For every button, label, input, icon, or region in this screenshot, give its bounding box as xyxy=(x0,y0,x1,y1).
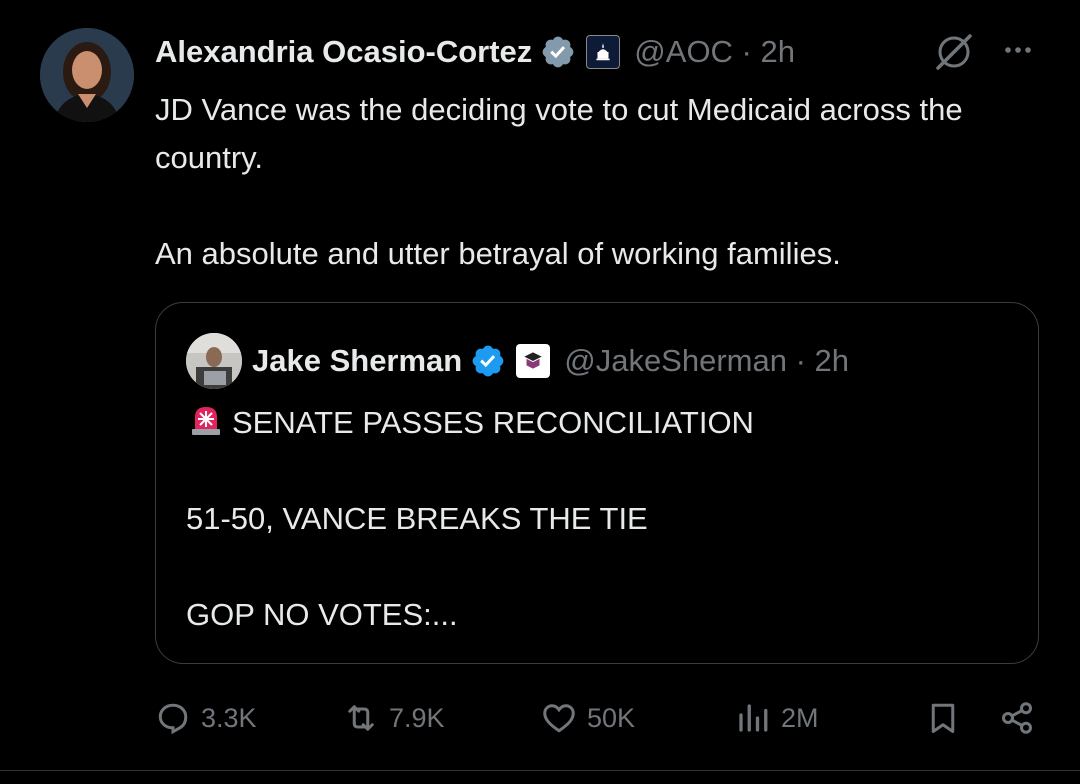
quoted-text-line: 51-50, VANCE BREAKS THE TIE xyxy=(186,501,648,536)
author-avatar[interactable] xyxy=(40,28,134,122)
reply-icon xyxy=(158,703,188,735)
quoted-text-headline: SENATE PASSES RECONCILIATION xyxy=(232,405,754,440)
post-header: Alexandria Ocasio-Cortez @AOC · 2h xyxy=(155,24,795,80)
quoted-text-line: GOP NO VOTES:... xyxy=(186,597,458,632)
bookmark-icon xyxy=(931,703,955,733)
quoted-post[interactable]: Jake Sherman @JakeSherman · 2h SENATE PA… xyxy=(155,302,1039,664)
siren-icon xyxy=(186,399,226,439)
verified-badge-icon[interactable] xyxy=(470,343,506,379)
like-button[interactable]: 50K xyxy=(541,690,635,746)
views-icon xyxy=(739,704,768,732)
quoted-post-header: Jake Sherman @JakeSherman · 2h xyxy=(252,335,849,387)
share-icon xyxy=(1002,702,1032,734)
government-affiliation-icon[interactable] xyxy=(586,35,621,69)
post-text-line: An absolute and utter betrayal of workin… xyxy=(155,236,841,271)
post-divider xyxy=(0,770,1080,771)
repost-button[interactable]: 7.9K xyxy=(343,690,445,746)
author-name[interactable]: Alexandria Ocasio-Cortez xyxy=(155,34,532,70)
repost-count: 7.9K xyxy=(389,702,445,733)
post-text: JD Vance was the deciding vote to cut Me… xyxy=(155,86,1055,278)
quoted-author-name[interactable]: Jake Sherman xyxy=(252,343,462,379)
more-options-icon[interactable] xyxy=(998,30,1038,70)
reply-count: 3.3K xyxy=(201,702,257,733)
repost-icon xyxy=(348,705,374,731)
like-count: 50K xyxy=(587,702,636,733)
views-count: 2M xyxy=(781,702,819,733)
reply-button[interactable]: 3.3K xyxy=(155,690,257,746)
share-button[interactable] xyxy=(999,690,1045,746)
quoted-author-avatar[interactable] xyxy=(186,333,242,389)
quoted-text-line: SENATE PASSES RECONCILIATION xyxy=(186,399,1016,447)
bookmark-button[interactable] xyxy=(925,690,971,746)
affiliation-badge-icon[interactable] xyxy=(516,344,551,378)
author-handle-time[interactable]: @AOC · 2h xyxy=(634,34,795,70)
action-bar: 3.3K 7.9K 50K 2M xyxy=(155,690,1045,746)
post-text-line: JD Vance was the deciding vote to cut Me… xyxy=(155,92,963,175)
quoted-author-handle-time[interactable]: @JakeSherman · 2h xyxy=(564,343,849,379)
grok-icon[interactable] xyxy=(932,30,976,74)
like-icon xyxy=(543,704,575,733)
verified-badge-icon[interactable] xyxy=(540,34,576,70)
views-button[interactable]: 2M xyxy=(735,690,819,746)
quoted-post-text: SENATE PASSES RECONCILIATION 51-50, VANC… xyxy=(186,399,1016,639)
